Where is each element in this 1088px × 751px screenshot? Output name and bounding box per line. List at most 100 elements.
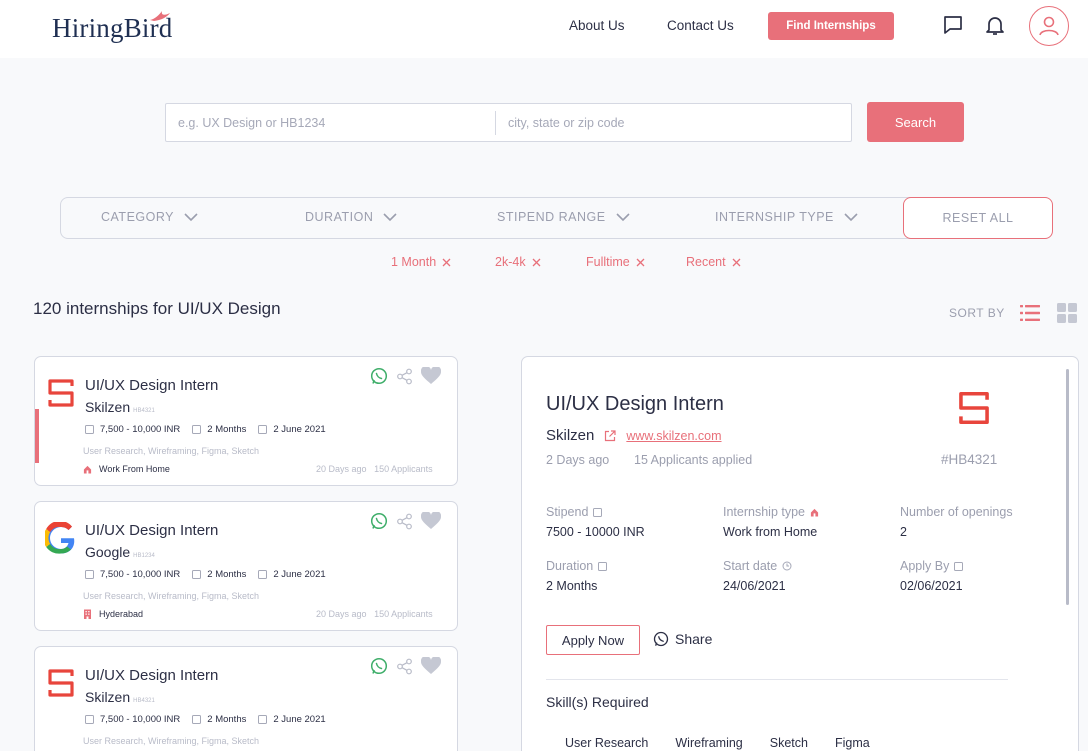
money-icon (85, 570, 94, 579)
user-avatar[interactable] (1029, 6, 1069, 46)
internship-card[interactable]: UI/UX Design Intern Skilzen HB4321 7,500 … (34, 646, 458, 751)
filter-category-label: CATEGORY (101, 210, 174, 224)
detail-start-date: Start date 24/06/2021 (723, 559, 792, 593)
detail-company-name: Skilzen (546, 427, 595, 444)
card-stipend-value: 7,500 - 10,000 INR (100, 714, 181, 725)
internship-card[interactable]: UI/UX Design Intern Google HB1234 7,500 -… (34, 501, 458, 631)
search-query-input[interactable] (166, 104, 494, 141)
filter-chip-label: Fulltime (586, 255, 630, 269)
building-icon (84, 609, 91, 619)
list-view-icon[interactable] (1019, 302, 1041, 324)
chevron-down-icon (383, 212, 397, 221)
filter-stipend-label: STIPEND RANGE (497, 210, 606, 224)
skills-required-heading: Skill(s) Required (546, 694, 649, 710)
clock-icon (782, 561, 792, 571)
top-header: HiringBird About Us Contact Us Find Inte… (0, 0, 1088, 58)
filter-duration-label: DURATION (305, 210, 374, 224)
detail-duration-value: 2 Months (546, 579, 598, 593)
whatsapp-icon[interactable] (370, 367, 388, 385)
card-duration-value: 2 Months (207, 714, 247, 725)
notifications-bell-icon[interactable] (982, 12, 1008, 38)
detail-stipend-label: Stipend (546, 505, 589, 519)
messages-icon[interactable] (940, 12, 966, 38)
home-icon (810, 508, 819, 517)
skill-tag: Sketch (769, 736, 808, 750)
detail-company: Skilzen www.skilzen.com (546, 427, 722, 444)
filter-chip[interactable]: 2k-4k (495, 255, 541, 269)
nav-contact-link[interactable]: Contact Us (667, 18, 734, 33)
share-button[interactable]: Share (653, 631, 712, 647)
skill-tag: Figma (834, 736, 870, 750)
filter-duration[interactable]: DURATION (305, 210, 397, 224)
card-company: Skilzen HB4321 (85, 399, 155, 415)
reset-all-button[interactable]: RESET ALL (903, 197, 1053, 239)
search-location-input[interactable] (496, 104, 851, 141)
close-icon[interactable] (636, 258, 645, 267)
detail-stipend-value: 7500 - 10000 INR (546, 525, 645, 539)
card-stipend: 7,500 - 10,000 INR (85, 569, 180, 580)
sort-by-button[interactable]: SORT BY (949, 306, 1005, 320)
detail-apply-by-label-row: Apply By (900, 559, 964, 573)
whatsapp-icon (653, 631, 669, 647)
money-icon (85, 715, 94, 724)
detail-start-value: 24/06/2021 (723, 579, 786, 593)
detail-openings-value: 2 (900, 525, 907, 539)
detail-internship-id: #HB4321 (941, 452, 998, 467)
share-icon[interactable] (396, 368, 413, 385)
share-icon[interactable] (396, 513, 413, 530)
card-company: Skilzen HB4321 (85, 689, 155, 705)
filter-chip[interactable]: Fulltime (586, 255, 645, 269)
close-icon[interactable] (532, 258, 541, 267)
card-title: UI/UX Design Intern (85, 377, 219, 394)
search-button[interactable]: Search (867, 102, 964, 142)
home-icon (83, 465, 92, 474)
find-internships-button[interactable]: Find Internships (768, 12, 894, 40)
card-start: 2 June 2021 (258, 714, 326, 725)
skilzen-logo-icon (48, 669, 74, 697)
internship-card[interactable]: UI/UX Design Intern Skilzen HB4321 7,500 … (34, 356, 458, 486)
detail-openings-label: Number of openings (900, 505, 1013, 519)
filter-stipend-range[interactable]: STIPEND RANGE (497, 210, 630, 224)
card-actions (370, 512, 441, 530)
card-start: 2 June 2021 (258, 569, 326, 580)
card-location-text: Hyderabad (99, 609, 144, 619)
chevron-down-icon (844, 212, 858, 221)
filter-chip[interactable]: 1 Month (391, 255, 451, 269)
card-applicants: 150 Applicants (374, 609, 433, 619)
share-icon[interactable] (396, 658, 413, 675)
whatsapp-icon[interactable] (370, 512, 388, 530)
heart-icon[interactable] (421, 657, 441, 675)
search-bar (165, 103, 852, 142)
filter-chip[interactable]: Recent (686, 255, 741, 269)
detail-scrollbar[interactable] (1066, 369, 1069, 605)
filter-chip-label: Recent (686, 255, 726, 269)
heart-icon[interactable] (421, 367, 441, 385)
card-actions (370, 367, 441, 385)
calendar-icon (192, 570, 202, 579)
skilzen-logo-icon (959, 391, 989, 425)
card-start-value: 2 June 2021 (273, 714, 326, 725)
grid-view-icon[interactable] (1056, 302, 1078, 324)
calendar-icon (258, 570, 268, 579)
card-company-name: Skilzen (85, 399, 131, 415)
filter-internship-type[interactable]: INTERNSHIP TYPE (715, 210, 858, 224)
card-stipend-value: 7,500 - 10,000 INR (100, 569, 181, 580)
detail-openings: Number of openings 2 (900, 505, 1013, 539)
apply-now-button[interactable]: Apply Now (546, 625, 640, 655)
close-icon[interactable] (732, 258, 741, 267)
whatsapp-icon[interactable] (370, 657, 388, 675)
card-code: HB4321 (133, 698, 155, 704)
company-website-link[interactable]: www.skilzen.com (626, 429, 721, 443)
card-location-text: Work From Home (99, 464, 170, 474)
filter-category[interactable]: CATEGORY (101, 210, 198, 224)
filter-type-label: INTERNSHIP TYPE (715, 210, 834, 224)
card-duration-value: 2 Months (207, 424, 247, 435)
calendar-icon (192, 715, 202, 724)
card-code: HB1234 (133, 553, 155, 559)
calendar-icon (258, 715, 268, 724)
nav-about-link[interactable]: About Us (569, 18, 625, 33)
close-icon[interactable] (442, 258, 451, 267)
heart-icon[interactable] (421, 512, 441, 530)
chevron-down-icon (616, 212, 630, 221)
card-title: UI/UX Design Intern (85, 667, 219, 684)
